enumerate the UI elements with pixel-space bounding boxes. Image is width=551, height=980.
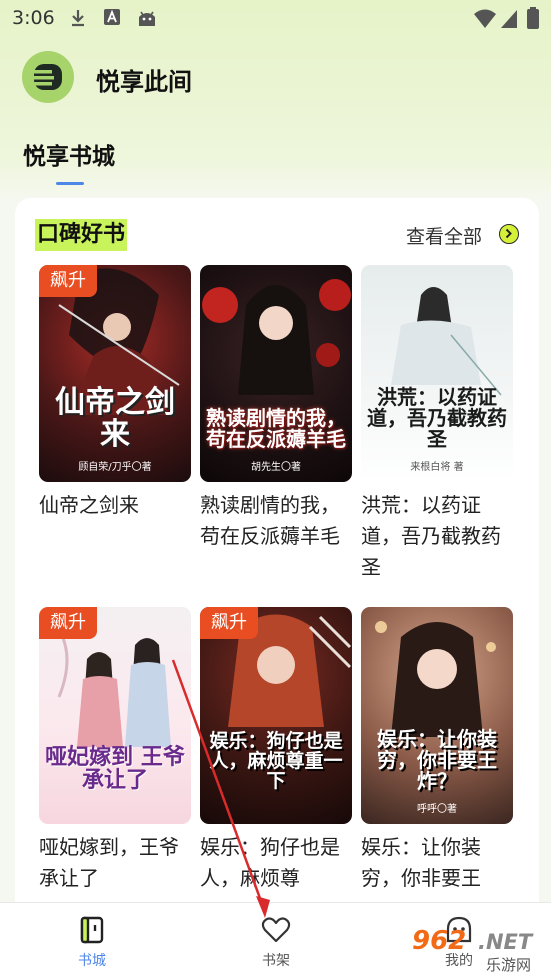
watermark-brand: 962 [412,926,467,956]
nav-item-bookshelf[interactable]: 书架 [221,903,331,980]
book-cover[interactable]: 洪荒：以药证道，吾乃截教药圣 来根白将 著 [361,265,513,482]
status-time: 3:06 [12,7,55,29]
cover-author: 来根白将 著 [410,462,464,473]
cover-title: 洪荒：以药证道，吾乃截教药圣 [367,385,507,451]
rising-badge: 飙升 [200,607,258,639]
cover-title: 熟读剧情的我，苟在反派薅羊毛 [206,406,346,451]
view-all-link[interactable]: 查看全部 [406,222,482,249]
book-cover[interactable]: 熟读剧情的我，苟在反派薅羊毛 胡先生〇著 [200,265,352,482]
book-title[interactable]: 洪荒：以药证道，吾乃截教药圣 [361,490,513,583]
book-cover[interactable]: 娱乐：让你装穷，你非要王炸？ 呼呼〇著 [361,607,513,824]
tab-indicator [56,182,84,185]
android-icon [139,11,155,26]
book-title[interactable]: 娱乐：让你装穷，你非要王 [361,832,513,894]
app-title: 悦享此间 [96,68,192,96]
book-item[interactable]: 飙升 哑妃嫁到 王爷承让了 哑妃嫁到，王爷承让了 [39,607,191,890]
download-icon [72,10,84,27]
nav-label: 书架 [262,953,290,969]
book-item[interactable]: 飙升 娱乐：狗仔也是人，麻烦尊重一下 娱乐：狗仔也是人，麻烦尊 [200,607,352,890]
tab-bookstore[interactable]: 悦享书城 [23,137,115,171]
cover-author: 呼呼〇著 [417,804,457,815]
watermark-logo: 962 .NET 乐游网 [412,926,544,974]
signal-icon [501,10,517,28]
book-cover[interactable]: 飙升 仙帝之剑来 顾自荣/刀乎〇著 [39,265,191,482]
book-title[interactable]: 熟读剧情的我，苟在反派薅羊毛 [200,490,352,552]
heart-icon [261,917,291,943]
book-item[interactable]: 洪荒：以药证道，吾乃截教药圣 来根白将 著 洪荒：以药证道，吾乃截教药圣 [361,265,513,579]
cover-title: 娱乐：狗仔也是人，麻烦尊重一下 [209,730,343,793]
book-item[interactable]: 熟读剧情的我，苟在反派薅羊毛 胡先生〇著 熟读剧情的我，苟在反派薅羊毛 [200,265,352,548]
book-title[interactable]: 仙帝之剑来 [39,490,191,521]
book-title[interactable]: 哑妃嫁到，王爷承让了 [39,832,191,894]
rising-badge: 飙升 [39,265,97,297]
rising-badge: 飙升 [39,607,97,639]
app-logo-icon [22,51,74,103]
cover-title: 仙帝之剑来 [55,385,175,452]
battery-icon [527,7,539,29]
book-cover[interactable]: 飙升 哑妃嫁到 王爷承让了 [39,607,191,824]
font-app-icon [104,9,120,25]
book-item[interactable]: 娱乐：让你装穷，你非要王炸？ 呼呼〇著 娱乐：让你装穷，你非要王 [361,607,513,890]
nav-label: 书城 [78,953,106,969]
status-bar: 3:06 [0,0,551,38]
book-cover[interactable]: 飙升 娱乐：狗仔也是人，麻烦尊重一下 [200,607,352,824]
book-title[interactable]: 娱乐：狗仔也是人，麻烦尊 [200,832,352,894]
wifi-icon [474,9,496,28]
cover-author: 顾自荣/刀乎〇著 [78,462,152,473]
cover-title: 娱乐：让你装穷，你非要王炸？ [377,727,497,793]
cover-author: 胡先生〇著 [251,462,301,473]
cover-title: 哑妃嫁到 王爷承让了 [45,743,185,793]
chevron-right-icon[interactable] [499,224,519,244]
section-title: 口碑好书 [35,219,128,251]
book-icon [80,916,104,944]
watermark-suffix: .NET [478,930,533,954]
book-item[interactable]: 飙升 仙帝之剑来 顾自荣/刀乎〇著 仙帝之剑来 [39,265,191,517]
watermark-cn: 乐游网 [486,956,532,974]
nav-item-bookstore[interactable]: 书城 [37,903,147,980]
app-bar: 悦享此间 [0,48,551,106]
